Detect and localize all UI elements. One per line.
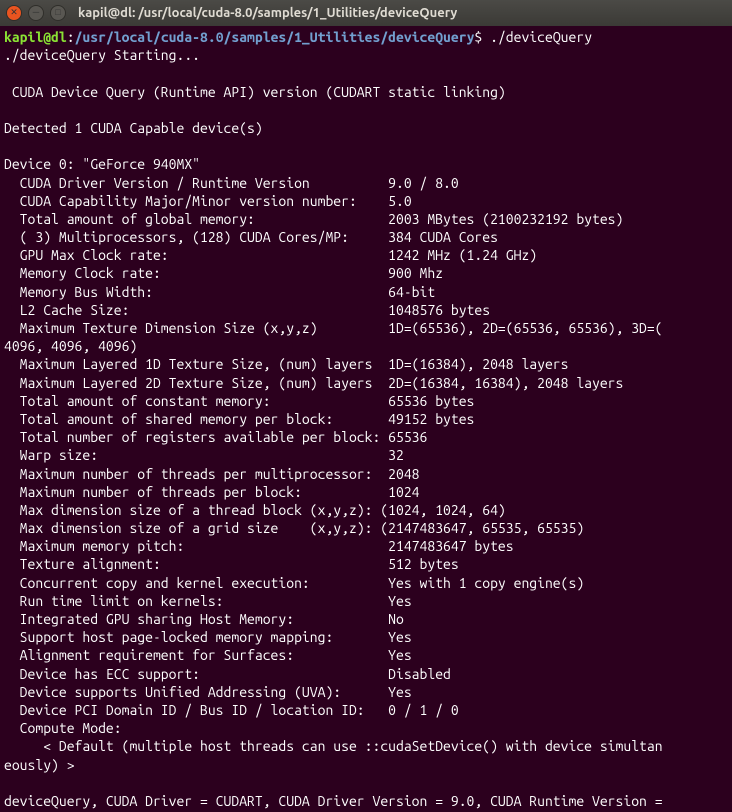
window-titlebar: ✕ ─ □ kapil@dl: /usr/local/cuda-8.0/samp…: [0, 0, 732, 26]
close-icon[interactable]: ✕: [6, 5, 22, 21]
terminal-window: ✕ ─ □ kapil@dl: /usr/local/cuda-8.0/samp…: [0, 0, 732, 812]
maximize-icon[interactable]: □: [50, 5, 66, 21]
minimize-icon[interactable]: ─: [28, 5, 44, 21]
window-title: kapil@dl: /usr/local/cuda-8.0/samples/1_…: [78, 5, 457, 22]
terminal-body[interactable]: kapil@dl:/usr/local/cuda-8.0/samples/1_U…: [0, 26, 732, 812]
